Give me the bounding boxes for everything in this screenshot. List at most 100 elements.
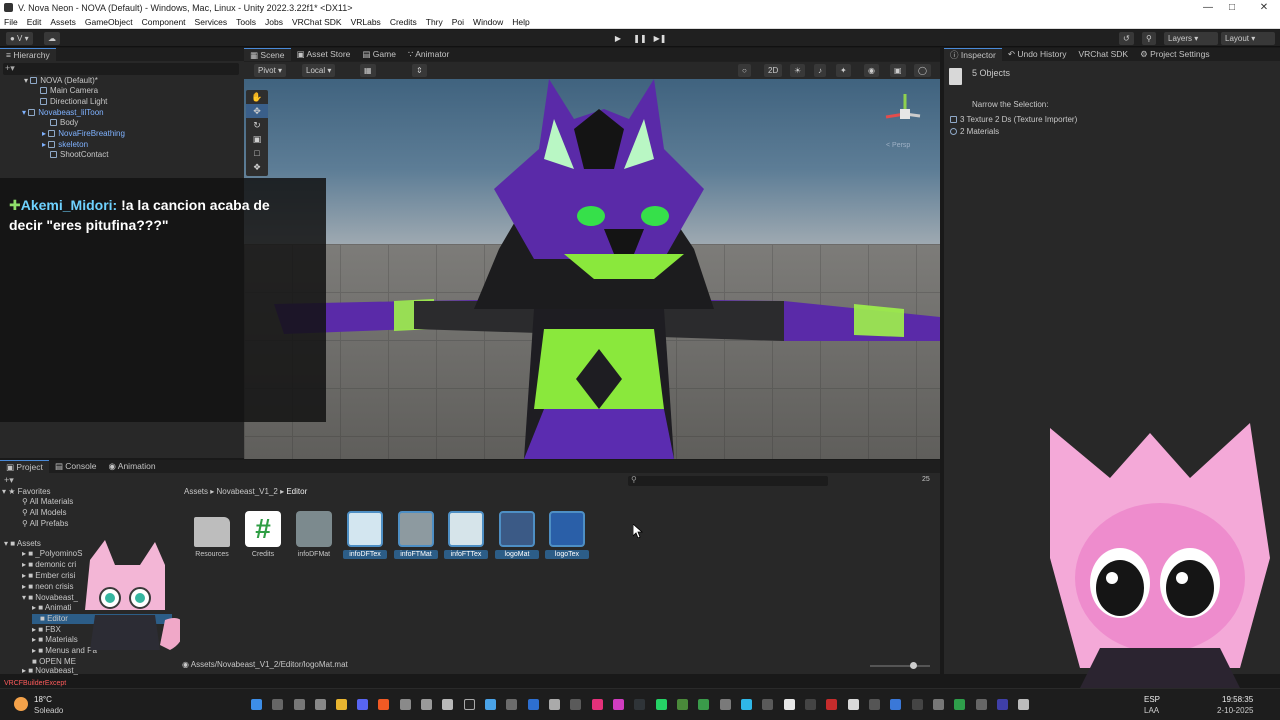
rotate-tool-icon[interactable]: ↻ <box>246 118 268 132</box>
tab-vrchat-sdk[interactable]: VRChat SDK <box>1072 48 1134 61</box>
hierarchy-item-shootcontact[interactable]: ShootContact <box>50 150 108 160</box>
clock-time[interactable]: 19:58:35 <box>1222 695 1253 704</box>
app-icon[interactable] <box>848 699 859 710</box>
breadcrumb-editor[interactable]: Editor <box>286 487 307 496</box>
orientation-gizmo[interactable] <box>880 89 930 139</box>
weather-temp[interactable]: 18°C <box>34 695 52 704</box>
app-icon[interactable] <box>720 699 731 710</box>
menu-credits[interactable]: Credits <box>390 17 417 27</box>
input-region[interactable]: LAA <box>1144 706 1159 715</box>
zoom-slider[interactable] <box>870 662 930 669</box>
asset-infodftex[interactable]: infoDFTex <box>343 511 387 559</box>
threads-icon[interactable] <box>634 699 645 710</box>
favorite-all-materials[interactable]: ⚲ All Materials <box>22 497 73 507</box>
search-icon[interactable]: ⚲ <box>1142 32 1156 45</box>
task-view-icon[interactable] <box>294 699 305 710</box>
tiktok-icon[interactable] <box>464 699 475 710</box>
file-explorer-icon[interactable] <box>336 699 347 710</box>
visibility-icon[interactable]: ◉ <box>864 64 879 77</box>
breadcrumb-novabeast[interactable]: Novabeast_V1_2 <box>216 487 277 496</box>
visual-studio-icon[interactable] <box>997 699 1008 710</box>
layout-dropdown[interactable]: Layout ▾ <box>1221 32 1275 45</box>
steam-icon[interactable] <box>400 699 411 710</box>
app-icon[interactable] <box>912 699 923 710</box>
folder-neon[interactable]: ▸ ■ neon crisis <box>22 582 74 592</box>
xbox-icon[interactable] <box>698 699 709 710</box>
narrow-item-materials[interactable]: 2 Materials <box>950 127 999 137</box>
tab-project-settings[interactable]: ⚙ Project Settings <box>1134 48 1216 61</box>
maximize-button[interactable]: □ <box>1220 0 1244 15</box>
search-taskbar-icon[interactable] <box>272 699 283 710</box>
grid-snap-icon[interactable]: ▦ <box>360 64 376 77</box>
app-icon[interactable] <box>592 699 603 710</box>
clock-date[interactable]: 2-10-2025 <box>1217 706 1253 715</box>
menu-window[interactable]: Window <box>473 17 503 27</box>
app-icon[interactable] <box>570 699 581 710</box>
menu-thry[interactable]: Thry <box>426 17 443 27</box>
draw-mode-icon[interactable]: ○ <box>738 64 751 77</box>
project-search-input[interactable]: ⚲ <box>628 475 828 486</box>
layers-dropdown[interactable]: Layers ▾ <box>1164 32 1218 45</box>
asset-credits[interactable]: # Credits <box>241 511 285 559</box>
tab-asset-store[interactable]: ▣ Asset Store <box>291 48 357 61</box>
app-icon[interactable] <box>890 699 901 710</box>
menu-component[interactable]: Component <box>142 17 186 27</box>
weather-condition[interactable]: Soleado <box>34 706 63 715</box>
pause-button[interactable]: ❚❚ <box>631 32 649 45</box>
menu-file[interactable]: File <box>4 17 18 27</box>
local-dropdown[interactable]: Local ▾ <box>302 64 336 77</box>
tab-scene[interactable]: ▦ Scene <box>244 48 291 61</box>
hierarchy-item-novabeast[interactable]: ▾ Novabeast_lilToon <box>22 108 104 118</box>
assets-root[interactable]: ▾ ■ Assets <box>4 539 41 549</box>
tab-project[interactable]: ▣ Project <box>0 460 49 473</box>
app-icon[interactable] <box>805 699 816 710</box>
create-icon[interactable]: +▾ <box>4 475 14 486</box>
tab-hierarchy[interactable]: ≡ Hierarchy <box>0 48 56 61</box>
menu-vrlabs[interactable]: VRLabs <box>351 17 381 27</box>
hierarchy-search[interactable]: +▾ <box>3 63 239 75</box>
hierarchy-item-body[interactable]: Body <box>50 118 78 128</box>
input-language[interactable]: ESP <box>1144 695 1160 704</box>
app-icon[interactable] <box>485 699 496 710</box>
camera-icon[interactable]: ▣ <box>890 64 906 77</box>
app-icon[interactable] <box>869 699 880 710</box>
app-icon[interactable] <box>933 699 944 710</box>
menu-tools[interactable]: Tools <box>236 17 256 27</box>
asset-infoftmat[interactable]: infoFTMat <box>394 511 438 559</box>
projection-label[interactable]: < Persp <box>886 142 910 149</box>
unity-hub-icon[interactable] <box>549 699 560 710</box>
folder-novabeast-2[interactable]: ▸ ■ Novabeast_ <box>22 666 78 676</box>
unity-icon[interactable] <box>1018 699 1029 710</box>
asset-infodfmat[interactable]: infoDFMat <box>292 511 336 559</box>
menu-poi[interactable]: Poi <box>452 17 464 27</box>
folder-animations[interactable]: ▸ ■ Animati <box>32 603 72 613</box>
transform-tool-icon[interactable]: ❖ <box>246 160 268 174</box>
scene-root[interactable]: ▾ NOVA (Default)* <box>24 76 98 86</box>
hierarchy-item-directional-light[interactable]: Directional Light <box>40 97 107 107</box>
history-icon[interactable]: ↺ <box>1119 32 1134 45</box>
avatar-model[interactable] <box>244 79 940 459</box>
widgets-icon[interactable] <box>315 699 326 710</box>
audio-icon[interactable]: ♪ <box>814 64 826 77</box>
folder-fbx[interactable]: ▸ ■ FBX <box>32 625 61 635</box>
zoom-slider-handle[interactable] <box>910 662 917 669</box>
favorite-all-models[interactable]: ⚲ All Models <box>22 508 67 518</box>
tab-animation[interactable]: ◉ Animation <box>102 460 161 473</box>
menu-assets[interactable]: Assets <box>50 17 76 27</box>
app-icon[interactable] <box>506 699 517 710</box>
minimize-button[interactable]: — <box>1196 0 1220 15</box>
tab-animator[interactable]: ∵ Animator <box>402 48 455 61</box>
pivot-dropdown[interactable]: Pivot ▾ <box>254 64 287 77</box>
app-icon[interactable] <box>976 699 987 710</box>
effects-icon[interactable]: ✦ <box>836 64 851 77</box>
folder-ember[interactable]: ▸ ■ Ember crisi <box>22 571 75 581</box>
brave-icon[interactable] <box>378 699 389 710</box>
start-icon[interactable] <box>251 699 262 710</box>
add-icon[interactable]: +▾ <box>5 63 15 74</box>
step-button[interactable]: ▶❚ <box>651 32 669 45</box>
app-icon[interactable] <box>954 699 965 710</box>
app-icon[interactable] <box>677 699 688 710</box>
account-button[interactable]: ● V ▾ <box>6 32 33 45</box>
app-icon[interactable] <box>784 699 795 710</box>
instagram-icon[interactable] <box>613 699 624 710</box>
